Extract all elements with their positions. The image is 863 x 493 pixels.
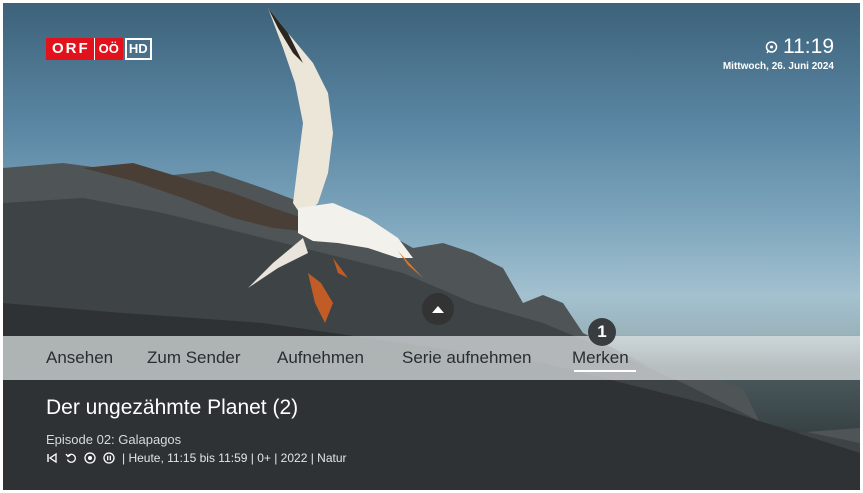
skip-back-icon [47, 452, 57, 464]
tv-screen: ORF OÖ HD 11:19 Mittwoch, 26. Juni 2024 … [3, 3, 860, 490]
clock-time: 11:19 [783, 35, 834, 58]
logo-hd-badge: HD [124, 38, 152, 60]
record-icon [84, 452, 96, 464]
menu-item-aufnehmen[interactable]: Aufnehmen [277, 348, 364, 368]
clock-date: Mittwoch, 26. Juni 2024 [722, 61, 834, 72]
episode-title: Episode 02: Galapagos [46, 432, 182, 447]
menu-item-serie-aufnehmen[interactable]: Serie aufnehmen [402, 348, 531, 368]
program-title: Der ungezähmte Planet (2) [46, 396, 299, 419]
replay-icon [65, 453, 76, 463]
selected-underline [574, 370, 636, 372]
program-meta-text: | Heute, 11:15 bis 11:59 | 0+ | 2022 | N… [122, 451, 347, 465]
channel-logo: ORF OÖ HD [46, 38, 152, 60]
action-menu-bar: Ansehen Zum Sender Aufnehmen Serie aufne… [3, 336, 860, 380]
logo-region: OÖ [93, 38, 123, 60]
caret-up-icon [432, 306, 444, 313]
menu-item-zum-sender[interactable]: Zum Sender [147, 348, 241, 368]
program-meta: | Heute, 11:15 bis 11:59 | 0+ | 2022 | N… [46, 451, 347, 465]
expand-up-button[interactable] [422, 293, 454, 325]
step-badge: 1 [588, 318, 616, 346]
message-icon [765, 40, 778, 53]
menu-item-merken[interactable]: Merken [572, 348, 629, 368]
pause-icon [103, 452, 115, 464]
menu-item-ansehen[interactable]: Ansehen [46, 348, 113, 368]
logo-brand: ORF [46, 38, 94, 60]
clock: 11:19 Mittwoch, 26. Juni 2024 [723, 35, 834, 72]
